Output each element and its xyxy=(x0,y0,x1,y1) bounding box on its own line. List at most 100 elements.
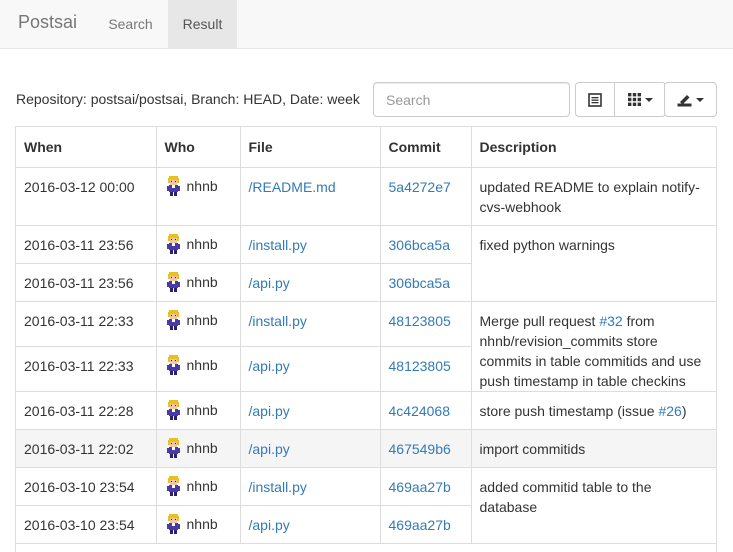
cell-when: 2016-03-12 00:00 xyxy=(16,166,157,226)
cell-file: /api.py xyxy=(239,504,381,544)
export-button[interactable] xyxy=(664,82,717,117)
commit-link[interactable]: 467549b6 xyxy=(389,441,451,457)
cell-description: import commitids xyxy=(470,428,716,468)
header-when[interactable]: When xyxy=(16,127,157,168)
header-description[interactable]: Description xyxy=(470,127,716,168)
author-name: nhnb xyxy=(186,515,218,532)
header-who[interactable]: Who xyxy=(155,127,241,168)
author-name: nhnb xyxy=(186,477,218,494)
file-link[interactable]: /api.py xyxy=(249,517,290,533)
description-text: Merge pull request xyxy=(479,312,600,329)
avatar xyxy=(165,437,182,458)
commit-link[interactable]: 5a4272e7 xyxy=(389,179,451,195)
file-link[interactable]: /README.md xyxy=(249,179,336,195)
commit-link[interactable]: 48123805 xyxy=(389,358,451,374)
cell-file: /api.py xyxy=(239,262,381,302)
cell-when: 2016-03-11 23:56 xyxy=(16,262,157,302)
columns-button[interactable] xyxy=(614,82,666,117)
cell-description: added commitid table to the database xyxy=(470,466,716,544)
cell-commit: 5a4272e7 xyxy=(379,166,472,226)
file-link[interactable]: /install.py xyxy=(249,237,307,253)
results-table: When Who File Commit Description 2016-03… xyxy=(16,127,716,544)
table-row: 2016-03-12 00:00 nhnb /README.md 5a4272e… xyxy=(16,166,716,226)
results-table-wrapper: When Who File Commit Description 2016-03… xyxy=(15,126,717,552)
cell-who: nhnb xyxy=(155,504,241,544)
cell-description: updated README to explain notify-cvs-web… xyxy=(470,166,716,226)
cell-commit: 48123805 xyxy=(379,300,472,347)
view-button-group xyxy=(575,82,666,117)
author-name: nhnb xyxy=(186,401,218,418)
pull-request-link[interactable]: #32 xyxy=(599,313,622,329)
cell-description: store push timestamp (issue #26) xyxy=(470,390,716,430)
avatar xyxy=(165,513,182,534)
commit-link[interactable]: 4c424068 xyxy=(389,403,451,419)
navbar: Postsai Search Result xyxy=(0,0,733,49)
avatar xyxy=(165,233,182,254)
cell-file: /install.py xyxy=(239,300,381,347)
cell-commit: 306bca5a xyxy=(379,262,471,302)
cell-who: nhnb xyxy=(155,166,241,226)
table-row: 2016-03-11 22:28 nhnb /api.py 4c424068 s… xyxy=(16,390,716,430)
tab-result[interactable]: Result xyxy=(168,0,237,48)
cell-when: 2016-03-11 22:33 xyxy=(16,300,157,347)
author-name: nhnb xyxy=(186,311,218,328)
cell-file: /README.md xyxy=(239,166,381,226)
cell-who: nhnb xyxy=(155,300,241,347)
file-link[interactable]: /install.py xyxy=(249,313,307,329)
cell-file: /api.py xyxy=(239,428,381,468)
author-name: nhnb xyxy=(186,235,218,252)
header-commit[interactable]: Commit xyxy=(379,127,472,168)
chevron-down-icon xyxy=(696,97,704,102)
cell-who: nhnb xyxy=(155,390,241,430)
cell-who: nhnb xyxy=(155,262,241,302)
author-name: nhnb xyxy=(186,273,218,290)
file-link[interactable]: /api.py xyxy=(249,358,290,374)
chevron-down-icon xyxy=(644,97,653,102)
brand-logo[interactable]: Postsai xyxy=(18,12,77,33)
cell-when: 2016-03-11 23:56 xyxy=(16,224,157,264)
avatar xyxy=(165,399,182,420)
author-name: nhnb xyxy=(186,177,218,194)
avatar xyxy=(165,271,182,292)
tab-search[interactable]: Search xyxy=(93,0,168,48)
cell-who: nhnb xyxy=(155,466,241,506)
cell-file: /api.py xyxy=(239,345,381,392)
avatar xyxy=(165,475,182,496)
cell-who: nhnb xyxy=(155,345,241,392)
cell-when: 2016-03-11 22:28 xyxy=(16,390,157,430)
columns-grid-icon xyxy=(627,93,641,106)
header-file[interactable]: File xyxy=(239,127,381,168)
cell-description: fixed python warnings xyxy=(470,224,716,302)
cell-when: 2016-03-10 23:54 xyxy=(16,466,157,506)
search-input[interactable] xyxy=(373,82,570,117)
list-icon xyxy=(588,92,602,107)
cell-description: Merge pull request #32 from nhnb/revisio… xyxy=(470,300,716,392)
file-link[interactable]: /api.py xyxy=(249,403,290,419)
cell-file: /api.py xyxy=(239,390,381,430)
commit-link[interactable]: 48123805 xyxy=(389,313,451,329)
cell-commit: 306bca5a xyxy=(379,224,472,264)
description-text: store push timestamp (issue xyxy=(479,402,659,419)
commit-link[interactable]: 306bca5a xyxy=(389,237,451,253)
table-row: 2016-03-11 22:02 nhnb /api.py 467549b6 i… xyxy=(16,428,716,468)
issue-link[interactable]: #26 xyxy=(658,403,681,419)
toggle-view-button[interactable] xyxy=(575,82,615,117)
commit-link[interactable]: 469aa27b xyxy=(389,517,451,533)
author-name: nhnb xyxy=(186,356,218,373)
author-name: nhnb xyxy=(186,439,218,456)
cell-when: 2016-03-11 22:33 xyxy=(16,345,157,392)
cell-when: 2016-03-10 23:54 xyxy=(16,504,157,544)
cell-commit: 48123805 xyxy=(379,345,471,392)
cell-commit: 469aa27b xyxy=(379,504,471,544)
avatar xyxy=(165,175,182,196)
file-link[interactable]: /api.py xyxy=(249,275,290,291)
cell-file: /install.py xyxy=(239,224,381,264)
commit-link[interactable]: 469aa27b xyxy=(389,479,451,495)
file-link[interactable]: /api.py xyxy=(249,441,290,457)
table-header-row: When Who File Commit Description xyxy=(16,127,716,168)
description-text: ) xyxy=(681,402,687,419)
commit-link[interactable]: 306bca5a xyxy=(389,275,451,291)
cell-when: 2016-03-11 22:02 xyxy=(16,428,157,468)
avatar xyxy=(165,354,182,375)
file-link[interactable]: /install.py xyxy=(249,479,307,495)
